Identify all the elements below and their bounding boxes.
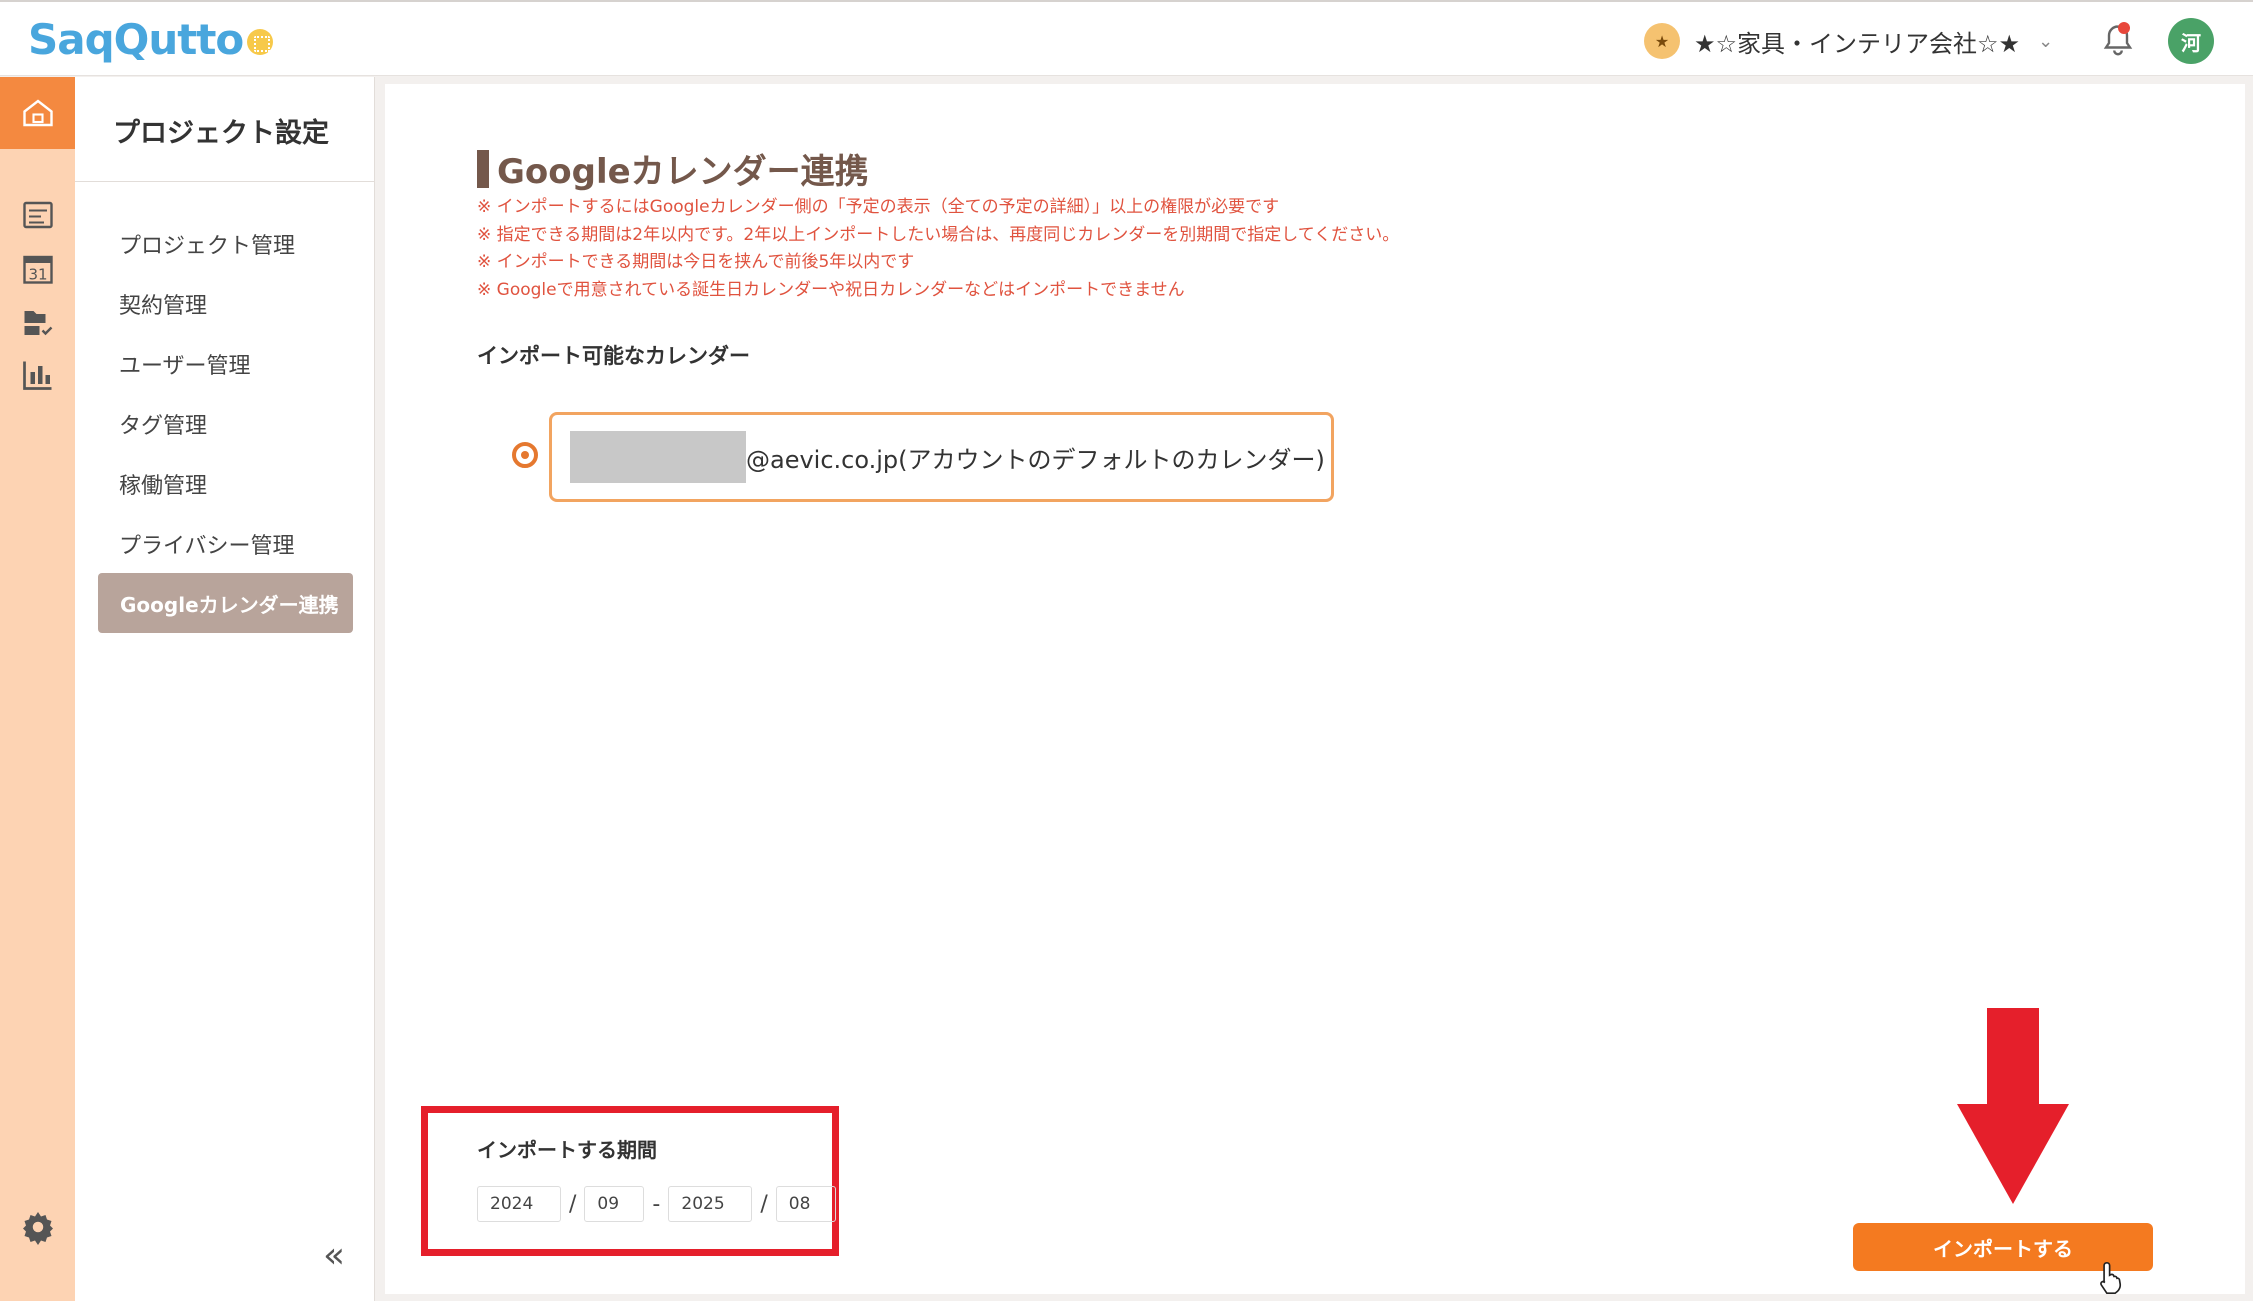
main-panel: Googleカレンダー連携 ※ インポートするにはGoogleカレンダー側の「予… <box>385 84 2245 1295</box>
logo-badge-icon <box>247 29 274 55</box>
avatar[interactable]: 河 <box>2168 18 2214 64</box>
notice-item: ※ Googleで用意されている誕生日カレンダーや祝日カレンダーなどはインポート… <box>477 279 1185 300</box>
hand-cursor-icon <box>2100 1261 2122 1295</box>
nav-divider <box>75 181 375 182</box>
notice-item: ※ 指定できる期間は2年以内です。2年以上インポートしたい場合は、再度同じカレン… <box>477 224 1400 245</box>
date-separator: / <box>569 1191 577 1217</box>
files-icon <box>24 311 52 336</box>
nav-item-project[interactable]: プロジェクト管理 <box>119 228 295 260</box>
annotation-highlight-box <box>421 1106 839 1256</box>
start-month-field[interactable]: 09 <box>584 1186 645 1222</box>
page-title: Googleカレンダー連携 <box>477 144 869 193</box>
list-icon <box>22 201 53 229</box>
nav-item-contract[interactable]: 契約管理 <box>119 288 207 320</box>
nav-item-users[interactable]: ユーザー管理 <box>119 348 251 380</box>
top-header: SaqQutto ★ ★☆家具・インテリア会社☆★ ⌄ 河 <box>0 0 2253 76</box>
calendar-option[interactable]: @aevic.co.jp(アカウントのデフォルトのカレンダー) <box>549 412 1334 502</box>
notice-list: ※ インポートするにはGoogleカレンダー側の「予定の表示（全ての予定の詳細）… <box>477 194 1399 304</box>
page-title-text: Googleカレンダー連携 <box>497 152 869 192</box>
calendar-option-label: @aevic.co.jp(アカウントのデフォルトのカレンダー) <box>746 445 1325 474</box>
settings-gear-icon <box>22 1212 53 1245</box>
importable-calendars-label: インポート可能なカレンダー <box>477 344 750 368</box>
end-month-field[interactable]: 08 <box>775 1186 836 1222</box>
nav-item-privacy[interactable]: プライバシー管理 <box>119 528 295 560</box>
notification-dot <box>2118 22 2130 34</box>
calendar-number: 31 <box>28 266 47 284</box>
title-accent-bar <box>477 149 489 188</box>
range-separator: - <box>652 1191 661 1217</box>
org-star-icon: ★ <box>1644 23 1680 59</box>
settings-nav: プロジェクト設定 プロジェクト管理 契約管理 ユーザー管理 タグ管理 稼働管理 … <box>75 77 375 1301</box>
notice-item: ※ インポートするにはGoogleカレンダー側の「予定の表示（全ての予定の詳細）… <box>477 197 1280 217</box>
import-period-label: インポートする期間 <box>477 1138 657 1162</box>
rail-chart[interactable] <box>0 339 75 411</box>
icon-rail: 31 <box>0 77 75 1301</box>
notice-item: ※ インポートできる期間は今日を挟んで前後5年以内です <box>477 252 915 272</box>
chart-icon <box>22 361 51 390</box>
collapse-sidebar-icon[interactable]: « <box>323 1235 345 1276</box>
nav-item-workload[interactable]: 稼働管理 <box>119 468 207 500</box>
nav-item-tags[interactable]: タグ管理 <box>119 408 207 440</box>
org-name: ★☆家具・インテリア会社☆★ <box>1694 29 2021 58</box>
rail-settings[interactable] <box>0 1191 75 1263</box>
nav-title: プロジェクト設定 <box>113 118 329 149</box>
nav-item-google-calendar[interactable]: Googleカレンダー連携 <box>98 573 353 633</box>
end-year-field[interactable]: 2025 <box>668 1186 753 1222</box>
app-logo[interactable]: SaqQutto <box>28 14 274 64</box>
annotation-arrow-icon <box>1957 1008 2069 1204</box>
org-switcher[interactable]: ★ ★☆家具・インテリア会社☆★ ⌄ <box>1644 22 2053 60</box>
redacted-email <box>570 431 746 483</box>
calendar-radio[interactable] <box>512 442 538 468</box>
start-year-field[interactable]: 2024 <box>477 1186 561 1222</box>
calendar-icon: 31 <box>22 255 53 284</box>
home-icon <box>22 99 53 127</box>
rail-home[interactable] <box>0 77 75 149</box>
import-period-fields: 2024 / 09 - 2025 / 08 <box>477 1186 836 1222</box>
date-separator: / <box>760 1191 768 1217</box>
chevron-down-icon: ⌄ <box>2038 30 2054 52</box>
logo-text: SaqQutto <box>28 14 244 64</box>
